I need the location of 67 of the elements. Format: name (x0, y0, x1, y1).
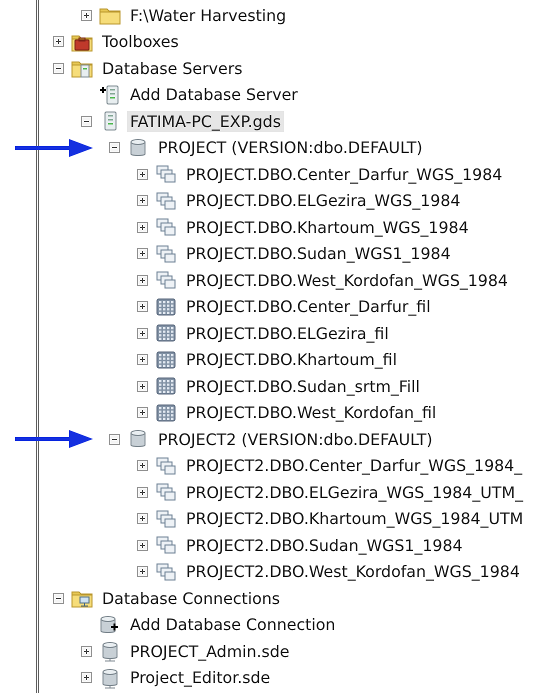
tree-item[interactable]: Add Database Connection (127, 614, 338, 636)
feature-dataset-icon (155, 242, 177, 265)
expand-icon[interactable] (137, 248, 148, 260)
tree-item[interactable]: Toolboxes (99, 31, 182, 52)
expand-icon[interactable] (137, 513, 148, 524)
feature-dataset-icon (155, 216, 177, 238)
collapse-icon[interactable] (109, 142, 120, 154)
expand-icon[interactable] (53, 36, 64, 48)
tree-item[interactable]: PROJECT2.DBO.Center_Darfur_WGS_1984_ (183, 455, 526, 476)
expand-icon[interactable] (137, 274, 148, 286)
tree-item[interactable]: Database Servers (99, 58, 246, 79)
collapse-icon[interactable] (109, 434, 120, 445)
expand-icon[interactable] (137, 168, 148, 180)
expand-icon[interactable] (137, 301, 148, 312)
collapse-icon[interactable] (53, 592, 64, 604)
tree-item[interactable]: PROJECT2.DBO.West_Kordofan_WGS_1984 (183, 561, 523, 582)
feature-dataset-icon (155, 454, 177, 477)
tree-item[interactable]: PROJECT.DBO.West_Kordofan_WGS_1984 (183, 270, 511, 291)
raster-icon (155, 375, 177, 398)
tree-item[interactable]: FATIMA-PC_EXP.gds (127, 110, 284, 132)
expand-icon[interactable] (137, 195, 148, 206)
tree-item[interactable]: PROJECT2 (VERSION:dbo.DEFAULT) (155, 428, 436, 450)
expand-icon[interactable] (137, 222, 148, 233)
feature-dataset-icon (155, 560, 177, 583)
tree-item[interactable]: PROJECT (VERSION:dbo.DEFAULT) (155, 137, 426, 158)
tree-item[interactable]: PROJECT2.DBO.ELGezira_WGS_1984_UTM_ (183, 482, 526, 503)
feature-dataset-icon (155, 163, 177, 186)
tree-item[interactable]: Project_Editor.sde (127, 667, 274, 688)
expand-icon[interactable] (137, 566, 148, 578)
expand-icon[interactable] (137, 407, 148, 418)
feature-dataset-icon (155, 508, 177, 530)
raster-icon (155, 296, 177, 318)
collapse-icon[interactable] (81, 116, 92, 127)
raster-icon (155, 322, 177, 344)
expand-icon[interactable] (137, 380, 148, 392)
feature-dataset-icon (155, 534, 177, 556)
tree-item[interactable]: PROJECT2.DBO.Khartoum_WGS_1984_UTM (183, 508, 526, 530)
tree-item[interactable]: PROJECT.DBO.West_Kordofan_fil (183, 402, 440, 424)
feature-dataset-icon (155, 481, 177, 504)
expand-icon[interactable] (137, 354, 148, 366)
add-server-icon (99, 84, 121, 106)
feature-dataset-icon (155, 190, 177, 212)
tree-item[interactable]: Add Database Server (127, 84, 301, 106)
tree-item[interactable]: PROJECT.DBO.Center_Darfur_fil (183, 296, 434, 318)
tree-item[interactable]: PROJECT.DBO.ELGezira_fil (183, 322, 392, 344)
expand-icon[interactable] (137, 540, 148, 551)
tree-item[interactable]: PROJECT.DBO.Khartoum_WGS_1984 (183, 216, 472, 238)
add-connection-icon (99, 614, 121, 636)
expand-icon[interactable] (137, 460, 148, 472)
collapse-icon[interactable] (53, 62, 64, 74)
tree-item[interactable]: PROJECT.DBO.Sudan_srtm_Fill (183, 376, 423, 397)
tree-item[interactable]: PROJECT.DBO.ELGezira_WGS_1984 (183, 190, 464, 212)
tree-item[interactable]: Database Connections (99, 588, 284, 609)
expand-icon[interactable] (81, 672, 92, 684)
expand-icon[interactable] (137, 328, 148, 339)
tree-item[interactable]: PROJECT.DBO.Center_Darfur_WGS_1984 (183, 164, 506, 185)
tree-item[interactable]: PROJECT.DBO.Sudan_WGS1_1984 (183, 243, 454, 264)
tree-item[interactable]: F:\Water Harvesting (127, 4, 290, 26)
expand-icon[interactable] (137, 486, 148, 498)
tree-item[interactable]: PROJECT.DBO.Khartoum_fil (183, 349, 400, 370)
raster-icon (155, 348, 177, 371)
tree-item[interactable]: PROJECT2.DBO.Sudan_WGS1_1984 (183, 534, 466, 556)
expand-icon[interactable] (81, 10, 92, 21)
raster-icon (155, 402, 177, 424)
expand-icon[interactable] (81, 646, 92, 657)
tree-item[interactable]: PROJECT_Admin.sde (127, 640, 292, 662)
feature-dataset-icon (155, 269, 177, 292)
